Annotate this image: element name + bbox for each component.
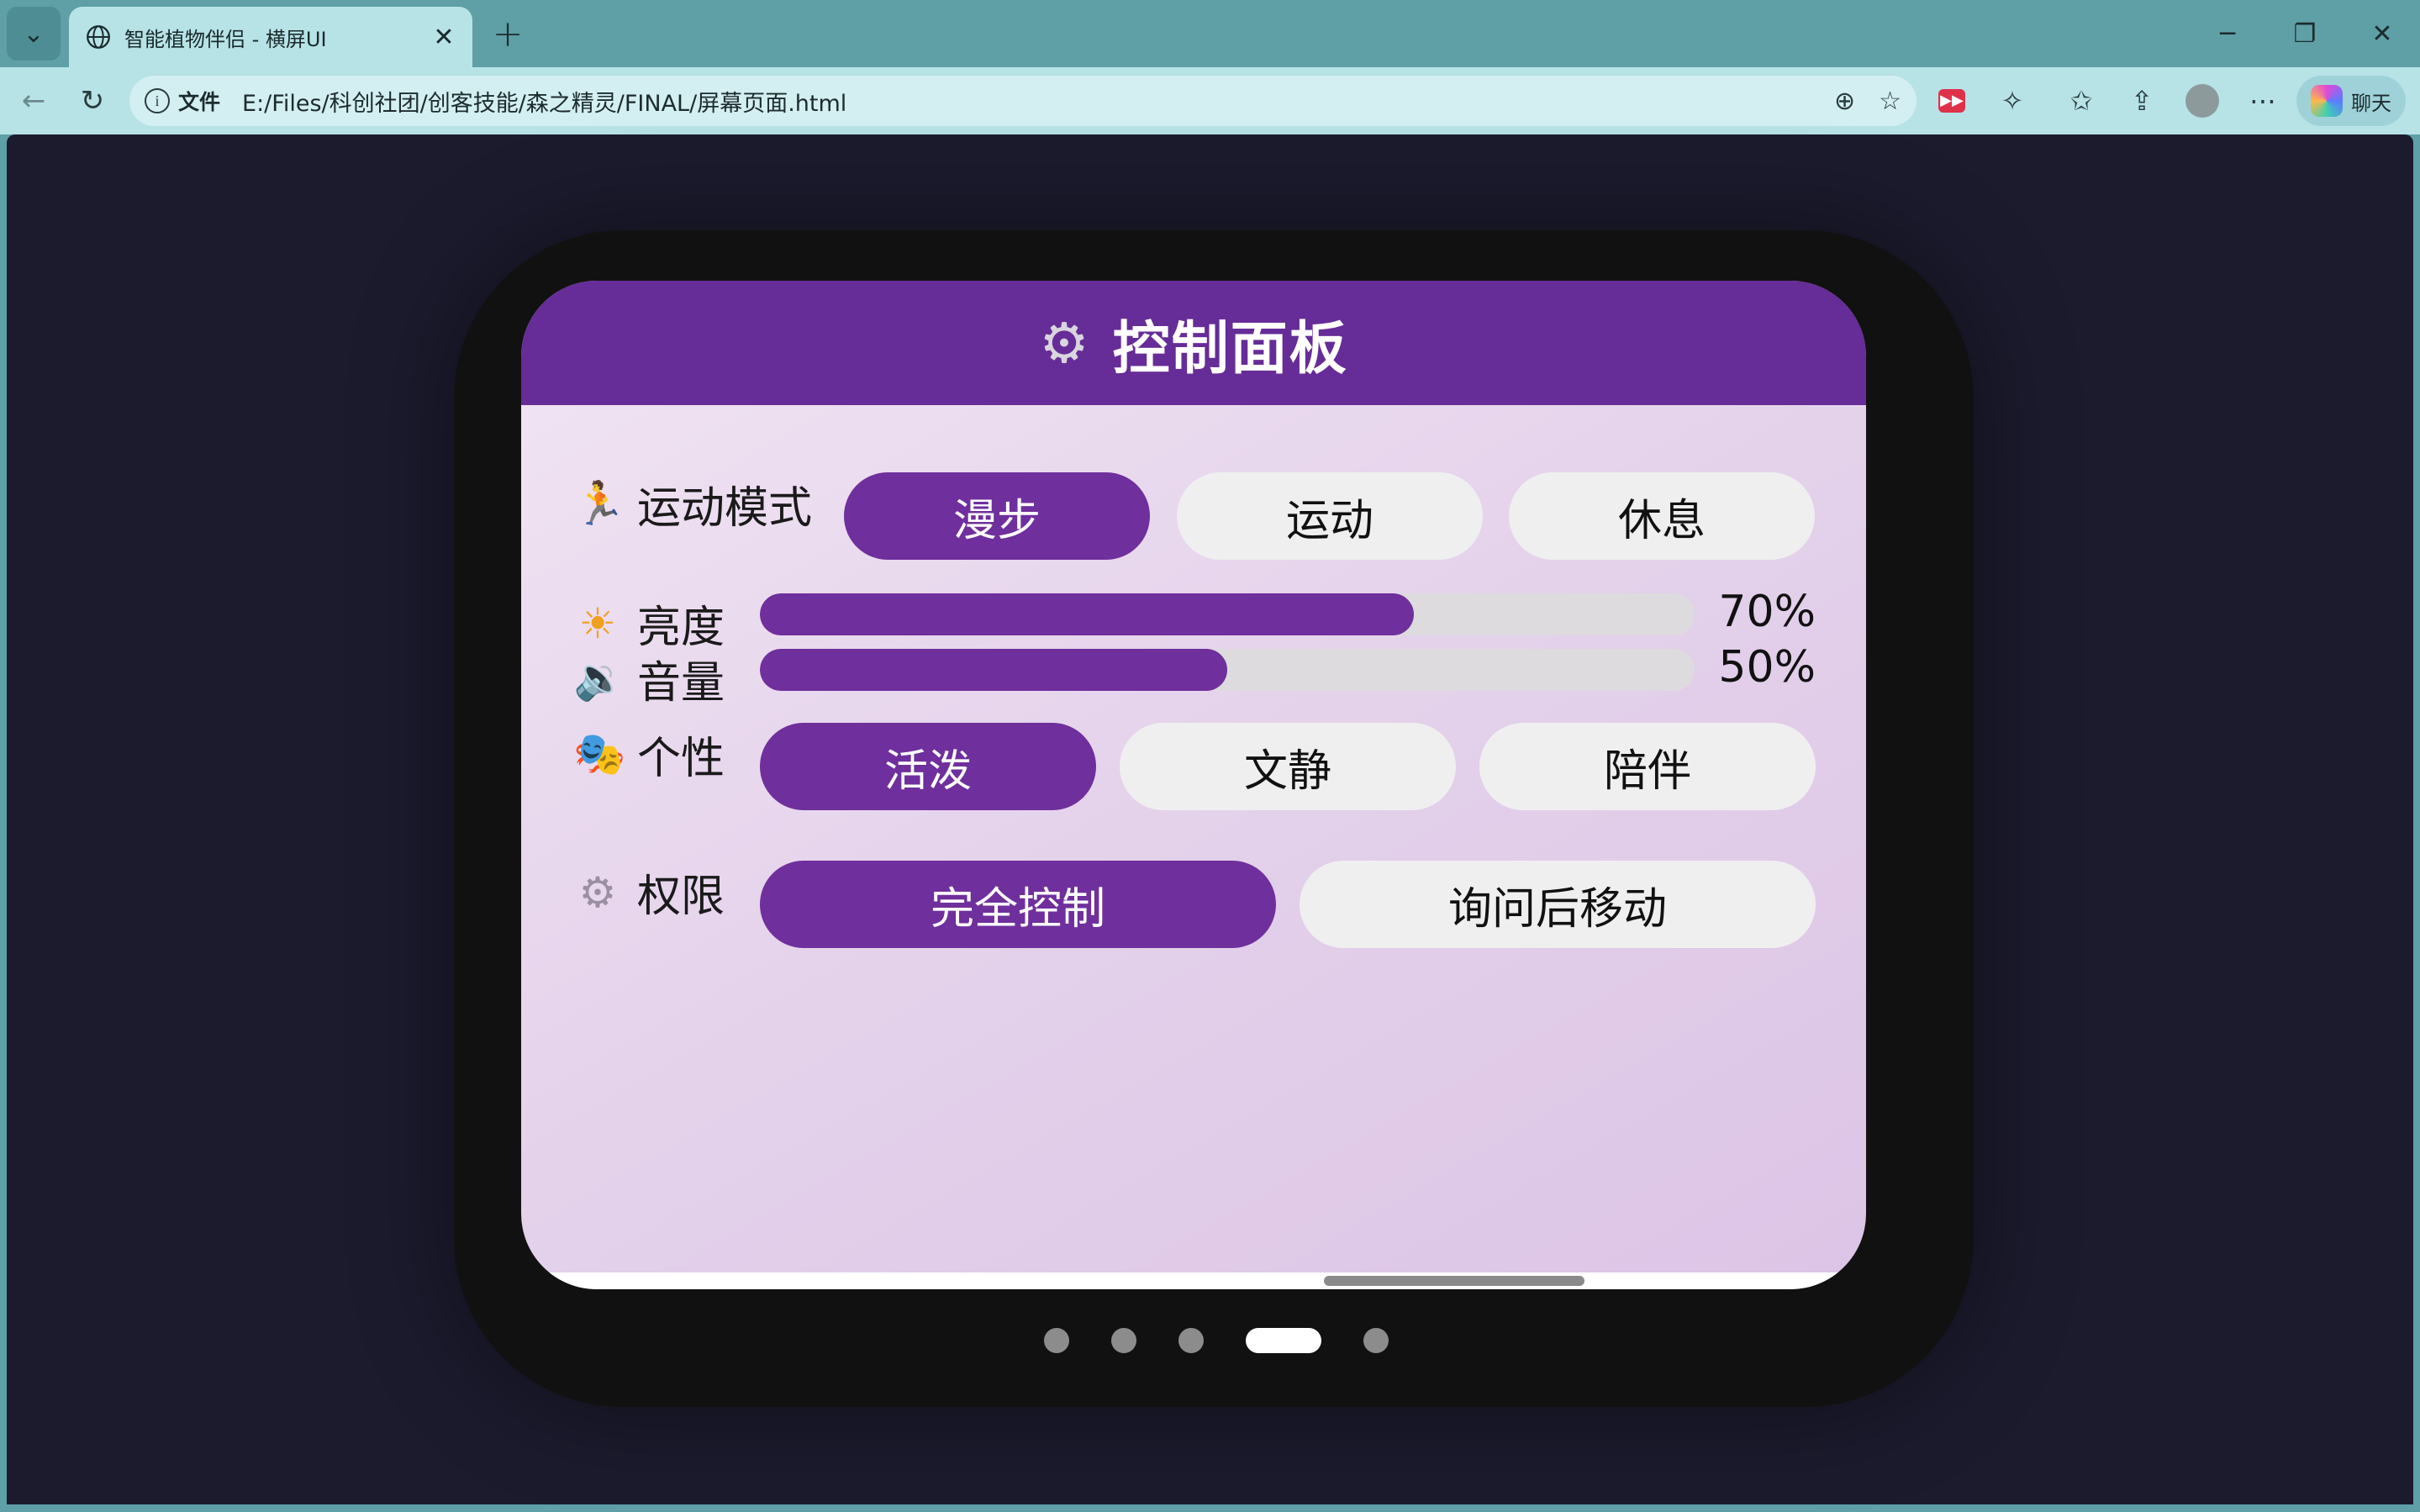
- brightness-fill: [760, 593, 1415, 635]
- page-dot-active[interactable]: [1246, 1328, 1321, 1353]
- favorites-icon[interactable]: ✩: [2059, 79, 2103, 123]
- permission-option-full-control[interactable]: 完全控制: [760, 861, 1276, 948]
- motion-mode-label: 🏃 运动模式: [573, 472, 812, 535]
- puzzle-icon[interactable]: ✧: [1990, 79, 2034, 123]
- motion-mode-text: 运动模式: [637, 483, 813, 534]
- brightness-text: 亮度: [637, 603, 725, 653]
- gear-icon: ⚙: [1039, 310, 1089, 376]
- tab-title: 智能植物伴侣 - 横屏UI: [124, 27, 327, 51]
- brightness-value: 70%: [1718, 587, 1816, 637]
- star-icon[interactable]: ☆: [1879, 87, 1901, 116]
- panel-header: ⚙ 控制面板: [521, 281, 1866, 405]
- permission-label: ⚙ 权限: [573, 861, 725, 924]
- page-dot[interactable]: [1044, 1328, 1069, 1353]
- tab-strip: ⌄ 智能植物伴侣 - 横屏UI ✕ + ─ ❐ ✕: [0, 0, 2420, 67]
- gear-icon: ⚙: [578, 867, 617, 917]
- address-url[interactable]: E:/Files/科创社团/创客技能/森之精灵/FINAL/屏幕页面.html: [242, 85, 1811, 118]
- personality-option-lively[interactable]: 活泼: [760, 723, 1096, 810]
- page-dot[interactable]: [1178, 1328, 1204, 1353]
- info-icon[interactable]: i: [145, 88, 170, 113]
- page-dot[interactable]: [1363, 1328, 1389, 1353]
- theater-masks-icon: 🎭: [573, 730, 626, 778]
- personality-text: 个性: [637, 734, 725, 784]
- page-dot[interactable]: [1111, 1328, 1136, 1353]
- browser-tab[interactable]: 智能植物伴侣 - 横屏UI ✕: [69, 7, 472, 67]
- globe-icon: [87, 25, 110, 49]
- share-icon[interactable]: ⇪: [2120, 79, 2164, 123]
- personality-option-companion[interactable]: 陪伴: [1479, 723, 1816, 810]
- motion-option-stroll[interactable]: 漫步: [844, 472, 1150, 560]
- motion-option-exercise[interactable]: 运动: [1177, 472, 1483, 560]
- personality-option-quiet[interactable]: 文静: [1120, 723, 1456, 810]
- tab-close-button[interactable]: ✕: [430, 23, 457, 52]
- device-screen: ⚙ 控制面板 🏃 运动模式 漫步 运动 休息 ☀ 亮度 70% 🔉 音量 50%…: [521, 281, 1866, 1289]
- personality-label: 🎭 个性: [573, 723, 725, 786]
- copilot-button[interactable]: 聊天: [2296, 76, 2406, 126]
- profile-icon[interactable]: [2180, 79, 2224, 123]
- browser-toolbar: ← ↻ i 文件 E:/Files/科创社团/创客技能/森之精灵/FINAL/屏…: [0, 67, 2420, 134]
- address-bar[interactable]: i 文件 E:/Files/科创社团/创客技能/森之精灵/FINAL/屏幕页面.…: [129, 76, 1916, 126]
- volume-label: 🔉 音量: [573, 647, 725, 710]
- running-icon: 🏃: [573, 479, 626, 528]
- address-protocol: 文件: [178, 90, 221, 114]
- tab-list-button[interactable]: ⌄: [7, 7, 61, 61]
- volume-slider[interactable]: [760, 649, 1695, 691]
- motion-option-rest[interactable]: 休息: [1509, 472, 1815, 560]
- volume-fill: [760, 649, 1227, 691]
- volume-text: 音量: [637, 658, 725, 709]
- copilot-icon: [2311, 85, 2343, 117]
- panel-title: 控制面板: [1112, 315, 1348, 382]
- brightness-label: ☀ 亮度: [573, 592, 725, 655]
- sun-icon: ☀: [578, 598, 617, 648]
- new-tab-button[interactable]: +: [486, 12, 530, 55]
- device-frame: ⚙ 控制面板 🏃 运动模式 漫步 运动 休息 ☀ 亮度 70% 🔉 音量 50%…: [454, 230, 1974, 1407]
- volume-value: 50%: [1718, 642, 1816, 693]
- zoom-icon[interactable]: ⊕: [1834, 87, 1855, 116]
- extension-red-icon[interactable]: ▶▶: [1930, 79, 1974, 123]
- scrollbar-track: [521, 1272, 1866, 1289]
- page-viewport: ⚙ 控制面板 🏃 运动模式 漫步 运动 休息 ☀ 亮度 70% 🔉 音量 50%…: [7, 134, 2413, 1504]
- copilot-label: 聊天: [2351, 91, 2391, 115]
- chevron-down-icon: ⌄: [23, 18, 45, 49]
- more-icon[interactable]: ⋯: [2241, 79, 2285, 123]
- minimize-button[interactable]: ─: [2189, 0, 2266, 67]
- restore-button[interactable]: ❐: [2266, 0, 2344, 67]
- back-icon[interactable]: ←: [10, 77, 57, 124]
- scrollbar-thumb[interactable]: [1324, 1276, 1584, 1286]
- page-indicator: [454, 1323, 1974, 1357]
- brightness-slider[interactable]: [760, 593, 1695, 635]
- permission-option-ask-before-move[interactable]: 询问后移动: [1300, 861, 1816, 948]
- reload-icon[interactable]: ↻: [69, 77, 116, 124]
- speaker-icon: 🔉: [573, 654, 626, 703]
- permission-text: 权限: [637, 872, 725, 922]
- close-window-button[interactable]: ✕: [2344, 0, 2420, 67]
